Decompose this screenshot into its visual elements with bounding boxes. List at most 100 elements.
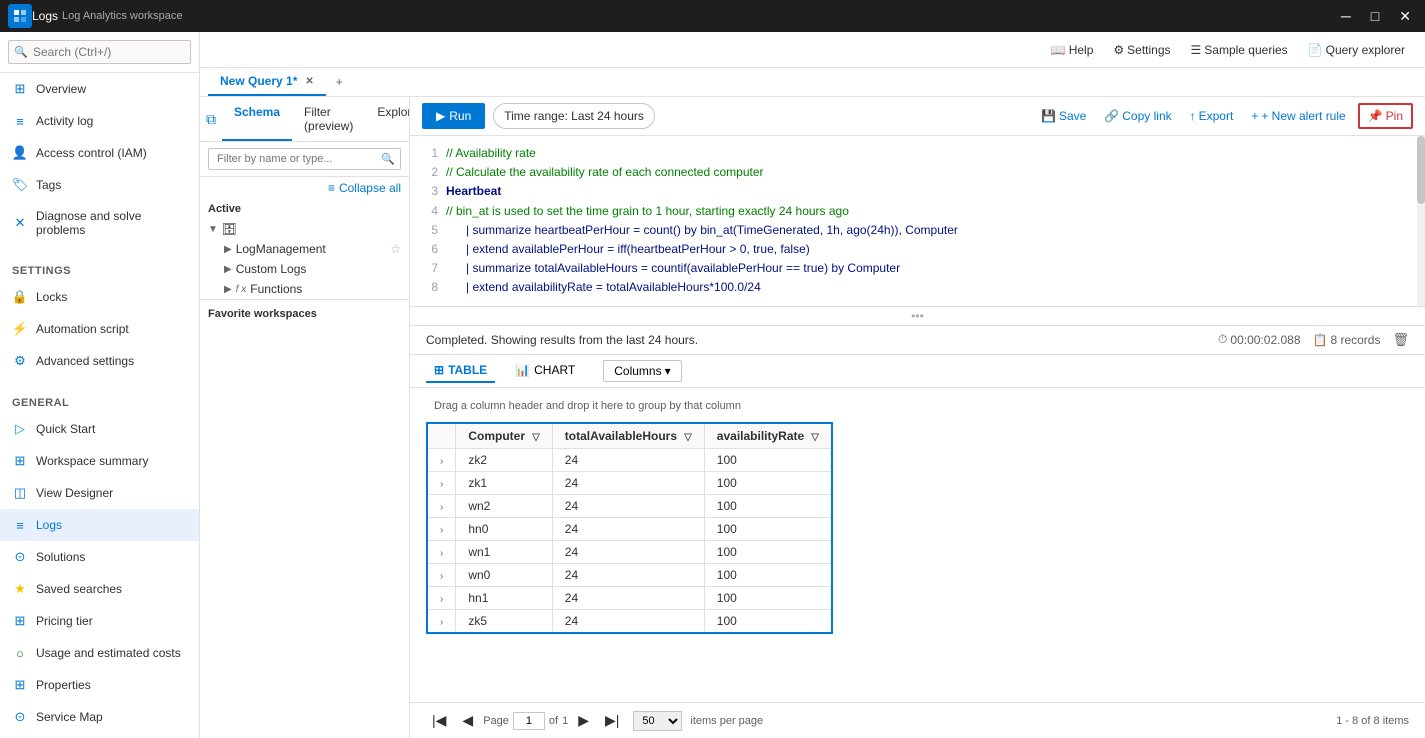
sidebar-item-properties[interactable]: ⊞ Properties [0,669,199,701]
run-icon: ▶ [436,109,445,123]
help-button[interactable]: 📖 Help [1043,37,1102,63]
drag-handle[interactable]: ••• [410,307,1425,326]
page-number-input[interactable] [513,712,545,730]
copy-link-button[interactable]: 🔗 Copy link [1098,105,1177,127]
row-expand-3[interactable]: › [427,517,456,540]
tree-item-logmanagement[interactable]: ▶ LogManagement ☆ [216,239,409,259]
row-expand-2[interactable]: › [427,494,456,517]
sidebar-item-label: Service Map [36,710,103,724]
per-page-select[interactable]: 50 100 200 [633,711,682,731]
row-expand-4[interactable]: › [427,540,456,563]
sidebar-item-label: Properties [36,678,91,692]
last-page-button[interactable]: ▶| [599,709,625,732]
sidebar-item-workspace-summary[interactable]: ⊞ Workspace summary [0,445,199,477]
sample-queries-button[interactable]: ☰ Sample queries [1183,37,1296,63]
next-page-button[interactable]: ▶ [572,709,595,732]
sidebar-item-access-control[interactable]: 👤 Access control (IAM) [0,137,199,169]
minimize-button[interactable]: ─ [1335,6,1357,27]
row-expand-7[interactable]: › [427,609,456,633]
table-row[interactable]: › wn0 24 100 [427,563,832,586]
tab-schema[interactable]: Schema [222,97,292,141]
sidebar-item-quick-start[interactable]: ▷ Quick Start [0,413,199,445]
columns-label: Columns [614,364,661,378]
result-tab-table[interactable]: ⊞ TABLE [426,359,495,383]
row-computer-0: zk2 [456,448,552,471]
close-button[interactable]: ✕ [1393,6,1417,27]
sidebar-item-label: Locks [36,290,67,304]
sidebar-item-pricing-tier[interactable]: ⊞ Pricing tier [0,605,199,637]
table-row[interactable]: › hn1 24 100 [427,586,832,609]
new-alert-rule-button[interactable]: + + New alert rule [1245,105,1351,127]
sidebar-item-tags[interactable]: 🏷 Tags [0,169,199,201]
table-row[interactable]: › zk5 24 100 [427,609,832,633]
availability-rate-filter-icon[interactable]: ▽ [811,432,819,443]
computer-filter-icon[interactable]: ▽ [532,432,540,443]
sidebar-search-input[interactable] [8,40,191,64]
time-range-button[interactable]: Time range: Last 24 hours [493,103,655,129]
sidebar-item-diagnose[interactable]: ✕ Diagnose and solve problems [0,201,199,245]
row-expand-5[interactable]: › [427,563,456,586]
row-expand-0[interactable]: › [427,448,456,471]
maximize-button[interactable]: □ [1365,6,1385,27]
table-header-total-hours[interactable]: totalAvailableHours ▽ [552,423,704,449]
sidebar-item-usage-costs[interactable]: ○ Usage and estimated costs [0,637,199,669]
tree-item-star-icon[interactable]: ☆ [390,242,401,256]
sidebar-item-advanced-settings[interactable]: ⚙ Advanced settings [0,345,199,377]
sidebar-item-service-map[interactable]: ⊙ Service Map [0,701,199,733]
sidebar-item-automation[interactable]: ⚡ Automation script [0,313,199,345]
sidebar-item-solutions[interactable]: ⊙ Solutions [0,541,199,573]
sidebar-item-overview[interactable]: ⊞ Overview [0,73,199,105]
tab-close-icon[interactable]: ✕ [305,76,313,87]
table-header-computer[interactable]: Computer ▽ [456,423,552,449]
table-row[interactable]: › hn0 24 100 [427,517,832,540]
table-row[interactable]: › wn1 24 100 [427,540,832,563]
collapse-all-button[interactable]: ≡ Collapse all [328,181,401,195]
row-availability-rate-1: 100 [704,471,832,494]
tab-filter-preview[interactable]: Filter (preview) [292,97,365,141]
page-count-label: 1 - 8 of 8 items [1336,715,1409,727]
new-alert-rule-label: + New alert rule [1261,109,1345,123]
schema-panel: ⧉ Schema Filter (preview) Explore « 🔍 [200,97,410,738]
results-area: Completed. Showing results from the last… [410,326,1425,738]
code-editor[interactable]: 12345678 // Availability rate // Calcula… [410,136,1425,307]
save-button[interactable]: 💾 Save [1035,105,1092,127]
schema-filter-input[interactable] [208,148,401,170]
sidebar-item-saved-searches[interactable]: ★ Saved searches [0,573,199,605]
delete-results-button[interactable]: 🗑 [1392,332,1409,348]
sidebar-item-label: Saved searches [36,582,122,596]
sidebar-item-activity-log[interactable]: ≡ Activity log [0,105,199,137]
sidebar-item-locks[interactable]: 🔒 Locks [0,281,199,313]
table-row[interactable]: › zk1 24 100 [427,471,832,494]
prev-page-button[interactable]: ◀ [456,709,479,732]
row-expand-1[interactable]: › [427,471,456,494]
table-row[interactable]: › zk2 24 100 [427,448,832,471]
pin-label: Pin [1386,109,1403,123]
run-button[interactable]: ▶ Run [422,103,485,129]
tab-explore[interactable]: Explore [365,97,410,141]
query-area: ▶ Run Time range: Last 24 hours 💾 Save [410,97,1425,738]
properties-icon: ⊞ [12,677,28,693]
settings-section-label: Settings [0,253,199,281]
sidebar-item-view-designer[interactable]: ◫ View Designer [0,477,199,509]
row-computer-7: zk5 [456,609,552,633]
table-row[interactable]: › wn2 24 100 [427,494,832,517]
total-hours-filter-icon[interactable]: ▽ [684,432,692,443]
export-button[interactable]: ↑ Export [1184,105,1240,127]
settings-button[interactable]: ⚙ Settings [1105,37,1178,63]
schema-tab-label: Schema [234,105,280,119]
sidebar-item-logs[interactable]: ≡ Logs [0,509,199,541]
result-tab-chart[interactable]: 📊 CHART [507,359,583,383]
tab-add-button[interactable]: + [328,69,351,95]
schema-filter-icon-btn[interactable]: ⧉ [200,97,222,141]
tab-new-query-1[interactable]: New Query 1* ✕ [208,68,326,96]
row-expand-6[interactable]: › [427,586,456,609]
first-page-button[interactable]: |◀ [426,709,452,732]
tree-item-custom-logs[interactable]: ▶ Custom Logs [216,259,409,279]
tree-item-functions[interactable]: ▶ f x Functions [216,279,409,299]
table-header-availability-rate[interactable]: availabilityRate ▽ [704,423,832,449]
pin-button[interactable]: 📌 Pin [1358,103,1413,129]
query-explorer-button[interactable]: 📄 Query explorer [1300,37,1413,63]
columns-button[interactable]: Columns ▾ [603,360,681,382]
query-explorer-label: Query explorer [1326,43,1405,57]
row-computer-5: wn0 [456,563,552,586]
